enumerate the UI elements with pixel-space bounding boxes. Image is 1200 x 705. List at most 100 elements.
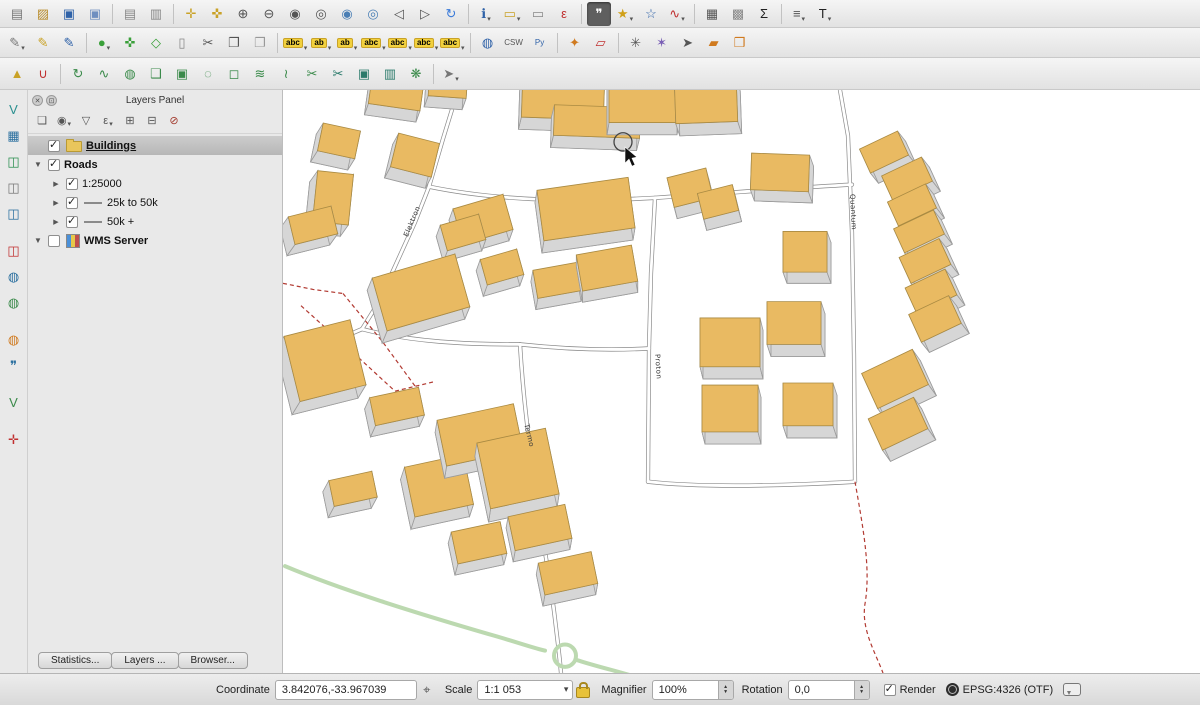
snapping-magnet-icon[interactable]: ∪ bbox=[31, 62, 55, 86]
toggle-editing-icon[interactable]: ✎ bbox=[31, 31, 55, 55]
label-properties-icon[interactable]: abc▾ bbox=[440, 31, 464, 55]
label-show-hide-icon[interactable]: abc▾ bbox=[361, 31, 385, 55]
heatmap-plugin-icon[interactable]: ✳ bbox=[624, 31, 648, 55]
new-composer-icon[interactable]: ▤ bbox=[118, 2, 142, 26]
label-rotate-icon[interactable]: abc▾ bbox=[414, 31, 438, 55]
highlight-pointer-icon[interactable]: ✛ bbox=[2, 427, 26, 451]
add-group-icon[interactable]: ❏ bbox=[32, 111, 52, 131]
collapse-arrow-icon[interactable]: ▼ bbox=[32, 236, 44, 245]
filter-legend-icon[interactable]: ▽ bbox=[76, 111, 96, 131]
panel-close-icon[interactable]: ✕ bbox=[32, 95, 43, 106]
dropdown-caret-icon[interactable]: ▾ bbox=[435, 44, 439, 55]
dropdown-caret-icon[interactable]: ▾ bbox=[630, 15, 634, 26]
rule-item-25k-50k[interactable]: ▶ 25k to 50k bbox=[28, 193, 282, 212]
zoom-to-selection-icon[interactable]: ◉ bbox=[335, 2, 359, 26]
dropdown-caret-icon[interactable]: ▾ bbox=[328, 44, 332, 55]
manage-layer-visibility-icon[interactable]: ◉▾ bbox=[54, 111, 74, 131]
coordinate-input[interactable]: 3.842076,-33.967039 bbox=[275, 680, 417, 700]
move-feature-icon[interactable]: ✜ bbox=[118, 31, 142, 55]
dropdown-caret-icon[interactable]: ▾ bbox=[487, 15, 491, 26]
panel-float-icon[interactable]: ⊡ bbox=[46, 95, 57, 106]
add-wcs-layer-icon[interactable]: ◍ bbox=[2, 290, 26, 314]
attribute-table-icon[interactable]: ▦ bbox=[700, 2, 724, 26]
node-tool-icon[interactable]: ◇ bbox=[144, 31, 168, 55]
wand-tool-icon[interactable]: ✶ bbox=[650, 31, 674, 55]
stepper-arrows-icon[interactable]: ▲▼ bbox=[718, 681, 733, 699]
measure-icon[interactable]: ∿▾ bbox=[665, 2, 689, 26]
labeling-icon[interactable]: abc▾ bbox=[283, 31, 307, 55]
layer-item-wms-server[interactable]: ▼ WMS Server bbox=[28, 231, 282, 250]
add-delimited-text-icon[interactable]: ❞ bbox=[2, 353, 26, 377]
rotation-spinner[interactable]: 0,0 ▲▼ bbox=[788, 680, 870, 700]
scale-lock-icon[interactable] bbox=[573, 680, 593, 700]
cad-input-icon[interactable]: ▲ bbox=[5, 62, 29, 86]
rule-25000-checkbox[interactable] bbox=[66, 178, 78, 190]
dropdown-caret-icon[interactable]: ▾ bbox=[681, 15, 685, 26]
add-vector-layer-icon[interactable]: V bbox=[2, 97, 26, 121]
add-ring-icon[interactable]: ◍ bbox=[118, 62, 142, 86]
zoom-last-icon[interactable]: ◁ bbox=[387, 2, 411, 26]
dropdown-caret-icon[interactable]: ▾ bbox=[354, 44, 358, 55]
project-save-icon[interactable]: ▣ bbox=[57, 2, 81, 26]
offset-curve-icon[interactable]: ≋ bbox=[248, 62, 272, 86]
project-save-as-icon[interactable]: ▣ bbox=[83, 2, 107, 26]
show-bookmarks-icon[interactable]: ☆ bbox=[639, 2, 663, 26]
delete-selected-icon[interactable]: ▯ bbox=[170, 31, 194, 55]
dropdown-caret-icon[interactable]: ▾ bbox=[408, 44, 412, 55]
layer-item-roads[interactable]: ▼ Roads bbox=[28, 155, 282, 174]
rule-item-50k-plus[interactable]: ▶ 50k + bbox=[28, 212, 282, 231]
text-annotation-icon[interactable]: T▾ bbox=[813, 2, 837, 26]
select-by-expression-icon[interactable]: ε bbox=[552, 2, 576, 26]
tab-statistics[interactable]: Statistics... bbox=[38, 652, 112, 669]
statistical-summary-icon[interactable]: Σ bbox=[752, 2, 776, 26]
rule-25k-50k-checkbox[interactable] bbox=[66, 197, 78, 209]
save-layer-edits-icon[interactable]: ✎ bbox=[57, 31, 81, 55]
rotate-point-symbols-icon[interactable]: ❋ bbox=[404, 62, 428, 86]
crs-status[interactable]: EPSG:4326 (OTF) bbox=[946, 683, 1053, 696]
osm-place-search-icon[interactable]: ◍ bbox=[476, 31, 500, 55]
deselect-features-icon[interactable]: ▭ bbox=[526, 2, 550, 26]
chevron-down-icon[interactable]: ▾ bbox=[562, 684, 571, 695]
composer-manager-icon[interactable]: ▥ bbox=[144, 2, 168, 26]
expand-all-icon[interactable]: ⊞ bbox=[120, 111, 140, 131]
project-new-icon[interactable]: ▤ bbox=[5, 2, 29, 26]
roads-checkbox[interactable] bbox=[48, 159, 60, 171]
metasearch-csw-icon[interactable]: CSW bbox=[502, 31, 526, 55]
add-wfs-layer-icon[interactable]: ◍ bbox=[2, 327, 26, 351]
add-part-icon[interactable]: ❑ bbox=[144, 62, 168, 86]
zoom-native-icon[interactable]: ◉ bbox=[283, 2, 307, 26]
magnifier-spinner[interactable]: 100% ▲▼ bbox=[652, 680, 734, 700]
tab-browser[interactable]: Browser... bbox=[178, 652, 248, 669]
add-feature-icon[interactable]: ●▾ bbox=[92, 31, 116, 55]
cut-features-icon[interactable]: ✂ bbox=[196, 31, 220, 55]
label-highlight-icon[interactable]: ab▾ bbox=[309, 31, 333, 55]
scale-combobox[interactable]: 1:1 053 ▾ bbox=[477, 680, 573, 700]
dropdown-caret-icon[interactable]: ▾ bbox=[828, 15, 832, 26]
fill-ring-icon[interactable]: ▣ bbox=[170, 62, 194, 86]
dropdown-caret-icon[interactable]: ▾ bbox=[382, 44, 386, 55]
paste-features-icon[interactable]: ❐ bbox=[248, 31, 272, 55]
filter-by-expression-icon[interactable]: ε▾ bbox=[98, 111, 118, 131]
label-move-icon[interactable]: abc▾ bbox=[388, 31, 412, 55]
add-mssql-layer-icon[interactable]: ◫ bbox=[2, 201, 26, 225]
dropdown-caret-icon[interactable]: ▾ bbox=[21, 44, 25, 55]
dropdown-caret-icon[interactable]: ▾ bbox=[802, 15, 806, 26]
collapse-all-icon[interactable]: ⊟ bbox=[142, 111, 162, 131]
zoom-to-layer-icon[interactable]: ◎ bbox=[361, 2, 385, 26]
pan-map-icon[interactable]: ✛ bbox=[179, 2, 203, 26]
render-checkbox[interactable]: Render bbox=[880, 684, 936, 696]
map-tips-icon[interactable]: ❞ bbox=[587, 2, 611, 26]
expand-arrow-icon[interactable]: ▶ bbox=[50, 199, 62, 207]
dropdown-caret-icon[interactable]: ▾ bbox=[455, 75, 459, 86]
project-open-icon[interactable]: ▨ bbox=[31, 2, 55, 26]
expand-arrow-icon[interactable]: ▶ bbox=[50, 218, 62, 226]
processing-toolbox-icon[interactable]: ✦ bbox=[563, 31, 587, 55]
rule-50k-checkbox[interactable] bbox=[66, 216, 78, 228]
zoom-next-icon[interactable]: ▷ bbox=[413, 2, 437, 26]
remove-layer-group-icon[interactable]: ⊘ bbox=[164, 111, 184, 131]
expand-arrow-icon[interactable]: ▶ bbox=[50, 180, 62, 188]
plugin-orange-2-icon[interactable]: ❒ bbox=[728, 31, 752, 55]
simplify-feature-icon[interactable]: ∿ bbox=[92, 62, 116, 86]
current-edits-icon[interactable]: ✎▾ bbox=[5, 31, 29, 55]
messages-icon[interactable] bbox=[1063, 683, 1081, 696]
